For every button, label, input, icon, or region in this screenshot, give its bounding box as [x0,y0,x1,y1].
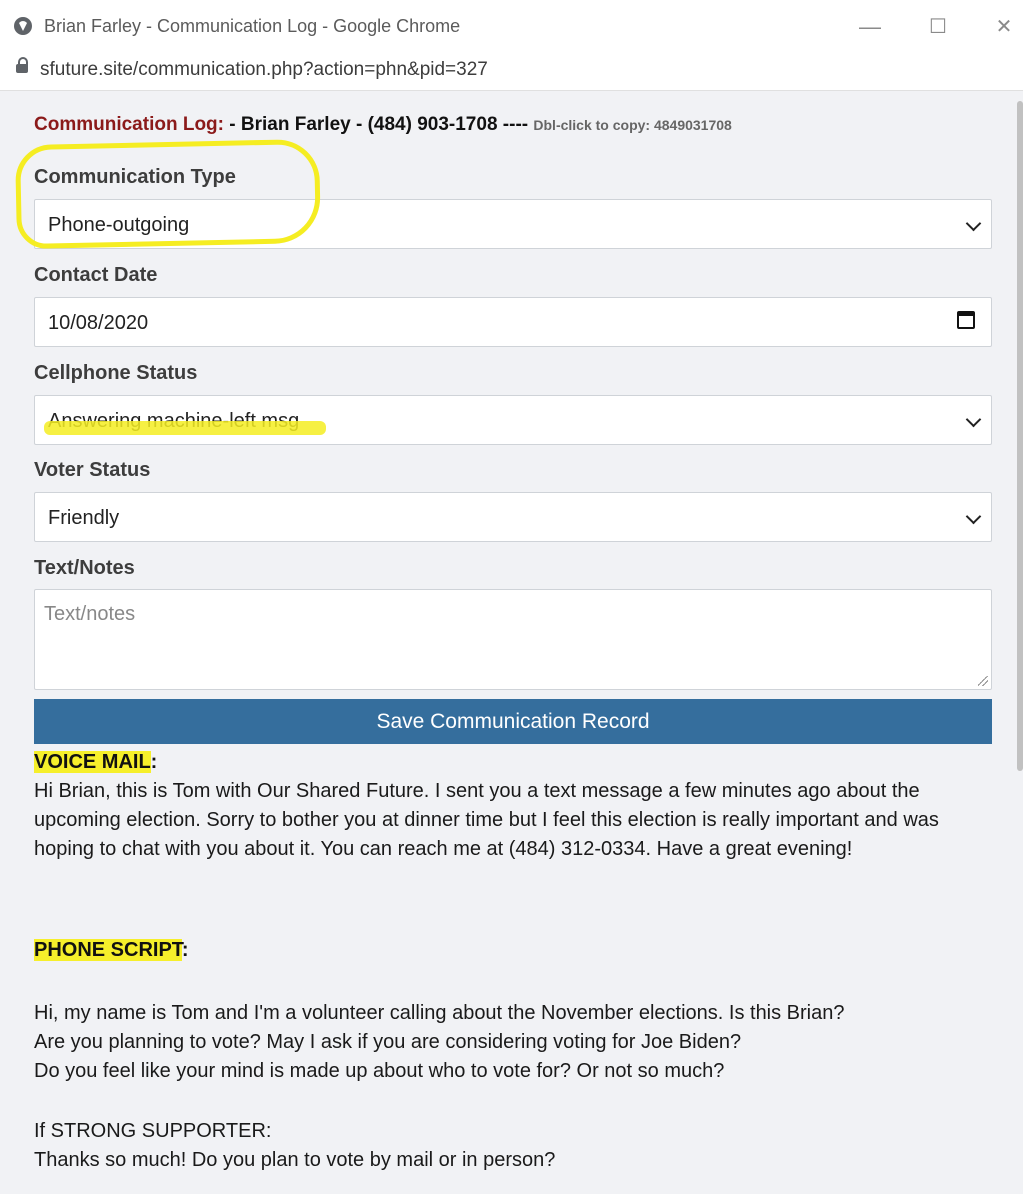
header-contact: - Brian Farley - (484) 903-1708 ---- [229,114,529,135]
contact-date-input[interactable]: 10/08/2020 [34,297,992,347]
address-bar[interactable]: sfuture.site/communication.php?action=ph… [0,52,1023,91]
voicemail-heading-text: VOICE MAIL [34,751,151,773]
voter-status-label: Voter Status [34,459,151,481]
chevron-down-icon [965,411,982,428]
resize-handle-icon[interactable] [978,676,988,686]
notes-label: Text/Notes [34,557,135,579]
phone-script-line: Hi, my name is Tom and I'm a volunteer c… [34,1002,845,1024]
url-text[interactable]: sfuture.site/communication.php?action=ph… [40,59,488,81]
voter-status-select[interactable]: Friendly [34,492,992,542]
chevron-down-icon [965,215,982,232]
voicemail-heading: VOICE MAIL: [34,751,158,773]
voter-status-value: Friendly [48,507,120,529]
phone-script-heading-text: PHONE SCRIPT [34,939,182,961]
calendar-icon[interactable] [957,311,975,329]
close-button[interactable]: ✕ [984,10,1023,44]
phone-script-line: Are you planning to vote? May I ask if y… [34,1031,742,1053]
phone-script-heading: PHONE SCRIPT: [34,939,189,961]
strong-supporter-text: Thanks so much! Do you plan to vote by m… [34,1149,556,1171]
notes-placeholder: Text/notes [44,603,136,625]
minimize-button[interactable]: — [850,10,890,44]
phone-script-line: Do you feel like your mind is made up ab… [34,1060,725,1082]
globe-icon [14,17,32,35]
window-title: Brian Farley - Communication Log - Googl… [44,16,461,36]
window-titlebar: Brian Farley - Communication Log - Googl… [0,0,1023,53]
cellphone-status-label: Cellphone Status [34,362,198,384]
maximize-button[interactable]: ☐ [918,10,958,44]
highlight-annotation [14,138,322,250]
contact-date-label: Contact Date [34,264,158,286]
page-header: Communication Log: - Brian Farley - (484… [34,114,732,136]
scrollbar[interactable] [1017,101,1023,771]
save-communication-button[interactable]: Save Communication Record [34,699,992,744]
lock-icon [16,57,28,73]
voicemail-script: Hi Brian, this is Tom with Our Shared Fu… [34,780,939,860]
contact-date-value: 10/08/2020 [48,312,149,334]
strong-supporter-label: If STRONG SUPPORTER: [34,1120,272,1142]
copy-hint[interactable]: Dbl-click to copy: 4849031708 [533,117,731,133]
header-label: Communication Log: [34,114,224,135]
highlight-annotation [44,421,326,435]
chevron-down-icon [965,508,982,525]
notes-textarea[interactable]: Text/notes [34,589,992,690]
cellphone-status-select[interactable]: Answering machine-left msg [34,395,992,445]
